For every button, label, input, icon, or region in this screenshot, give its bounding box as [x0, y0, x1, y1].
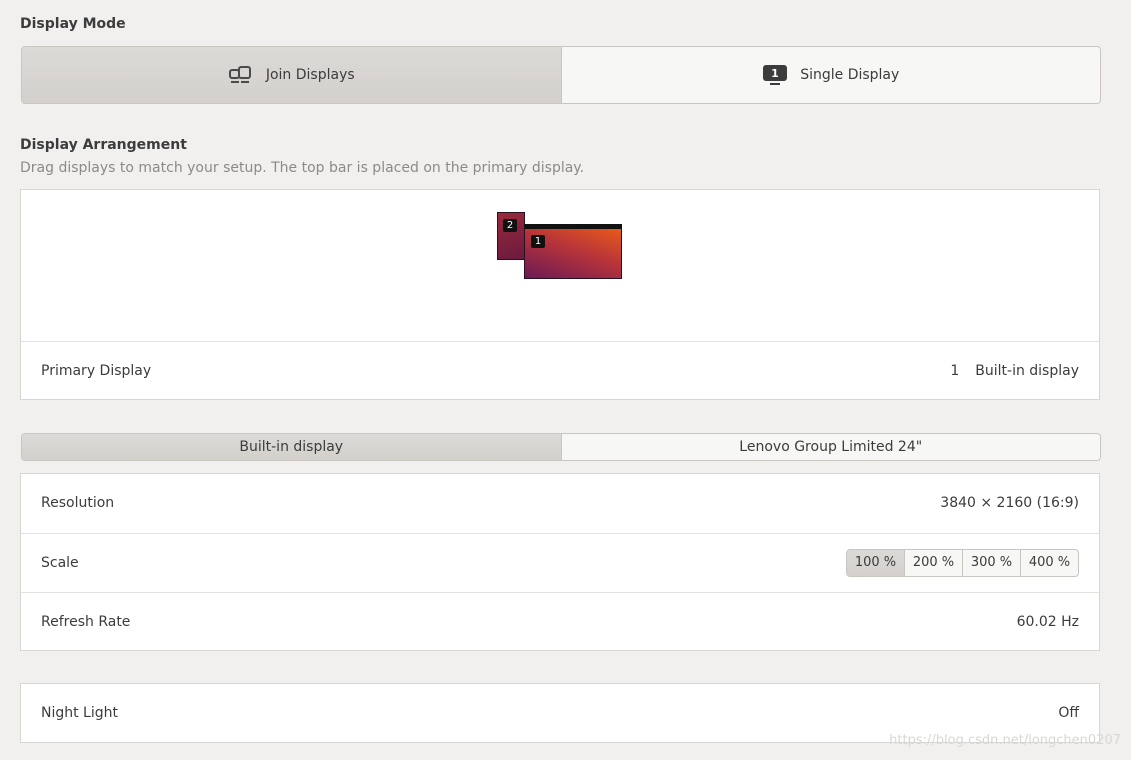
primary-display-label: Primary Display	[41, 362, 152, 379]
display-mode-selector: Join Displays 1 Single Display	[21, 46, 1101, 104]
display-settings-card: Resolution 3840 × 2160 (16:9) Scale 100 …	[20, 473, 1100, 651]
display-tabs: Built-in display Lenovo Group Limited 24…	[21, 433, 1101, 461]
primary-display-row[interactable]: Primary Display 1 Built-in display	[21, 341, 1099, 399]
monitor-2[interactable]: 2	[497, 212, 525, 260]
tab-lenovo-display[interactable]: Lenovo Group Limited 24"	[562, 434, 1101, 460]
watermark-text: https://blog.csdn.net/longchen0207	[889, 733, 1121, 748]
night-light-label: Night Light	[41, 705, 118, 721]
scale-selector: 100 % 200 % 300 % 400 %	[846, 548, 1079, 577]
arrangement-canvas: 2 1	[21, 190, 1099, 340]
scale-200-button[interactable]: 200 %	[904, 549, 962, 576]
refresh-rate-label: Refresh Rate	[41, 613, 131, 630]
monitor-1-badge: 1	[531, 235, 545, 248]
join-displays-button[interactable]: Join Displays	[22, 47, 562, 103]
monitor-2-badge: 2	[503, 219, 517, 232]
join-displays-label: Join Displays	[265, 67, 355, 83]
primary-display-name: Built-in display	[975, 362, 1079, 379]
display-arrangement-subtitle: Drag displays to match your setup. The t…	[20, 160, 585, 176]
join-displays-icon	[228, 65, 254, 85]
scale-300-button[interactable]: 300 %	[962, 549, 1020, 576]
svg-text:1: 1	[771, 67, 779, 80]
refresh-rate-value[interactable]: 60.02 Hz	[1017, 614, 1079, 630]
single-display-icon: 1	[762, 64, 788, 86]
primary-display-value[interactable]: 1 Built-in display	[950, 363, 1079, 379]
resolution-label: Resolution	[41, 495, 115, 511]
scale-400-button[interactable]: 400 %	[1020, 549, 1078, 576]
arrangement-card: 2 1 Primary Display 1 Built-in display	[20, 189, 1100, 400]
refresh-rate-row[interactable]: Refresh Rate 60.02 Hz	[21, 592, 1099, 650]
display-arrangement-title: Display Arrangement	[20, 137, 187, 153]
single-display-button[interactable]: 1 Single Display	[562, 47, 1101, 103]
resolution-value[interactable]: 3840 × 2160 (16:9)	[940, 495, 1079, 511]
display-mode-title: Display Mode	[20, 16, 126, 32]
scale-row: Scale 100 % 200 % 300 % 400 %	[21, 533, 1099, 591]
scale-100-button[interactable]: 100 %	[847, 549, 904, 576]
night-light-value: Off	[1058, 705, 1079, 721]
scale-label: Scale	[41, 554, 79, 571]
tab-built-in-display[interactable]: Built-in display	[22, 434, 562, 460]
monitor-1[interactable]: 1	[524, 224, 622, 279]
resolution-row[interactable]: Resolution 3840 × 2160 (16:9)	[21, 474, 1099, 532]
single-display-label: Single Display	[800, 67, 900, 83]
primary-display-number: 1	[950, 362, 960, 379]
